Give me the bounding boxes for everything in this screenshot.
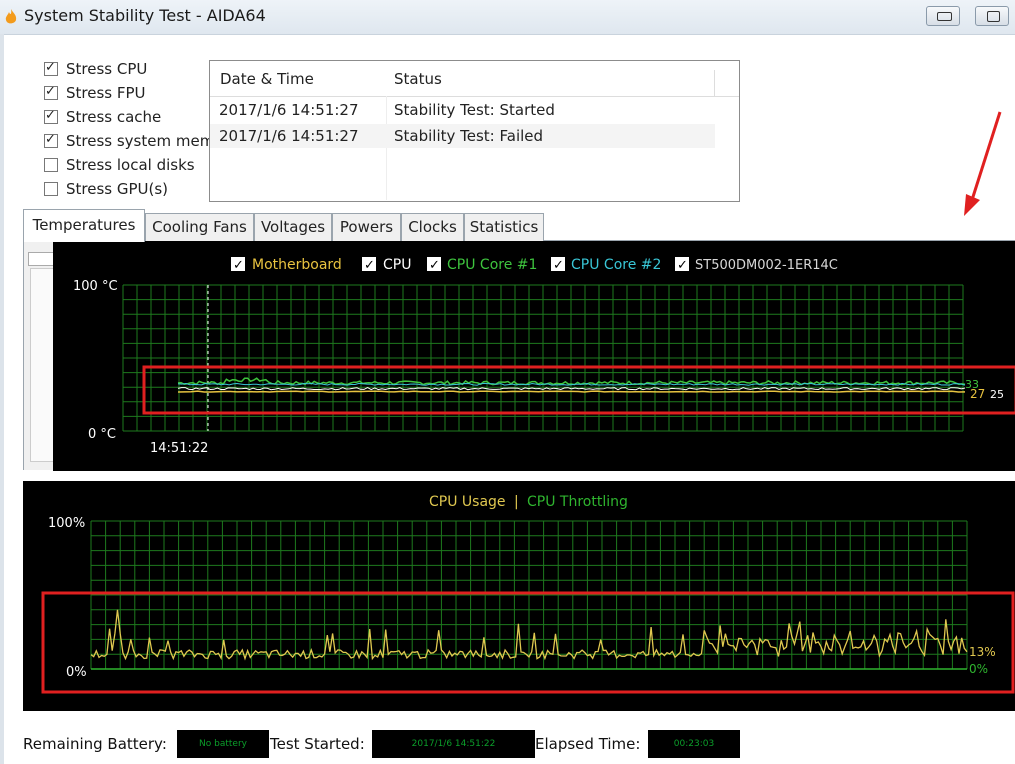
red-arrow-annotation <box>964 111 1002 216</box>
graph-grid <box>122 284 964 432</box>
tab-clocks[interactable]: Clocks <box>401 213 464 241</box>
test-started-value: 2017/1/6 14:51:22 <box>372 730 535 758</box>
row-datetime: 2017/1/6 14:51:27 <box>219 101 359 119</box>
table-header: Date & Time Status <box>210 61 739 97</box>
scrollbar-track[interactable] <box>30 268 54 462</box>
elapsed-time-value: 00:23:03 <box>648 730 740 758</box>
cpu-usage-value: 13% <box>969 645 996 659</box>
red-highlight-box <box>142 365 1015 415</box>
checkbox[interactable] <box>44 158 58 172</box>
restore-icon <box>987 11 1000 22</box>
event-log-table[interactable]: Date & Time Status 2017/1/6 14:51:27 Sta… <box>209 60 740 202</box>
sensor-list-panel <box>23 240 56 470</box>
stress-memory-option[interactable]: Stress system mem <box>44 132 214 152</box>
cpu-usage-graph: CPU Usage | CPU Throttling 100% 0% 13% 0… <box>23 481 1015 711</box>
aida64-flame-icon <box>5 9 17 24</box>
column-header-datetime[interactable]: Date & Time <box>220 70 314 88</box>
tab-cooling-fans[interactable]: Cooling Fans <box>145 213 254 241</box>
check-icon: ✓ <box>553 258 564 273</box>
legend-item-cpu-core-2[interactable]: ✓ CPU Core #2 <box>551 257 661 273</box>
end-value-sub: 25 <box>990 388 1004 401</box>
legend-label-disk: ST500DM002-1ER14C <box>695 258 838 273</box>
table-row[interactable]: 2017/1/6 14:51:27 Stability Test: Failed <box>210 124 715 148</box>
legend-item-motherboard[interactable]: ✓ Motherboard <box>231 257 342 273</box>
legend-label-cpu: CPU <box>383 257 411 273</box>
minimize-button[interactable] <box>926 6 960 26</box>
status-bar: Remaining Battery: No battery Test Start… <box>0 722 1015 764</box>
scrollbar-thumb[interactable] <box>28 252 56 266</box>
end-value-main: 27 <box>970 387 985 401</box>
row-status: Stability Test: Started <box>394 101 555 119</box>
legend-item-disk[interactable]: ✓ ST500DM002-1ER14C <box>675 257 838 273</box>
window-title: System Stability Test - AIDA64 <box>24 6 266 25</box>
tab-voltages[interactable]: Voltages <box>254 213 332 241</box>
cpu-throttling-value: 0% <box>969 662 988 676</box>
legend-label-cpu-core-2: CPU Core #2 <box>571 257 661 273</box>
minimize-icon <box>937 12 952 21</box>
checkbox[interactable] <box>44 182 58 196</box>
check-icon: ✓ <box>364 258 375 273</box>
check-icon: ✓ <box>233 258 244 273</box>
option-label: Stress GPU(s) <box>66 180 169 198</box>
y-axis-max-label: 100 °C <box>73 279 118 294</box>
legend-label-cpu-core-1: CPU Core #1 <box>447 257 537 273</box>
column-divider <box>714 70 715 96</box>
option-label: Stress cache <box>66 108 162 126</box>
checkbox[interactable] <box>44 84 58 100</box>
legend-item-cpu-core-1[interactable]: ✓ CPU Core #1 <box>427 257 537 273</box>
tab-statistics[interactable]: Statistics <box>464 213 544 241</box>
time-label: 14:51:22 <box>150 441 208 456</box>
temperature-graph: ✓ Motherboard ✓ CPU ✓ CPU Core #1 ✓ CPU … <box>53 241 1015 471</box>
legend-cpu-throttling: CPU Throttling <box>527 494 628 510</box>
battery-label: Remaining Battery: <box>23 735 167 753</box>
tab-temperatures[interactable]: Temperatures <box>23 209 145 242</box>
row-datetime: 2017/1/6 14:51:27 <box>219 127 359 145</box>
stress-disks-option[interactable]: Stress local disks <box>44 156 214 176</box>
legend-item-cpu[interactable]: ✓ CPU <box>362 257 411 273</box>
option-label: Stress FPU <box>66 84 146 102</box>
title-bar: System Stability Test - AIDA64 <box>0 0 1015 35</box>
stress-cpu-option[interactable]: Stress CPU <box>44 60 214 80</box>
check-icon: ✓ <box>429 258 440 273</box>
y-axis-max-label: 100% <box>48 516 85 531</box>
motherboard-series <box>177 390 966 393</box>
tab-powers[interactable]: Powers <box>332 213 401 241</box>
temperature-legend: ✓ Motherboard ✓ CPU ✓ CPU Core #1 ✓ CPU … <box>231 257 838 273</box>
option-label: Stress system mem <box>66 132 215 150</box>
stress-gpu-option[interactable]: Stress GPU(s) <box>44 180 214 200</box>
legend-cpu-usage: CPU Usage <box>429 494 506 510</box>
checkbox[interactable] <box>44 60 58 76</box>
legend-separator: | <box>514 494 519 510</box>
row-status: Stability Test: Failed <box>394 127 544 145</box>
battery-value: No battery <box>177 730 269 758</box>
checkbox[interactable] <box>44 108 58 124</box>
check-icon: ✓ <box>677 258 688 273</box>
elapsed-time-label: Elapsed Time: <box>535 735 641 753</box>
test-started-label: Test Started: <box>270 735 365 753</box>
stress-cache-option[interactable]: Stress cache <box>44 108 214 128</box>
option-label: Stress CPU <box>66 60 148 78</box>
table-row[interactable]: 2017/1/6 14:51:27 Stability Test: Starte… <box>210 98 739 122</box>
checkbox[interactable] <box>44 132 58 148</box>
stress-fpu-option[interactable]: Stress FPU <box>44 84 214 104</box>
option-label: Stress local disks <box>66 156 195 174</box>
y-axis-min-label: 0% <box>66 665 87 680</box>
window-border <box>0 34 4 764</box>
restore-button[interactable] <box>975 6 1009 26</box>
column-header-status[interactable]: Status <box>394 70 442 88</box>
red-highlight-box <box>41 591 1015 694</box>
legend-label-motherboard: Motherboard <box>252 257 342 273</box>
y-axis-min-label: 0 °C <box>88 427 116 442</box>
